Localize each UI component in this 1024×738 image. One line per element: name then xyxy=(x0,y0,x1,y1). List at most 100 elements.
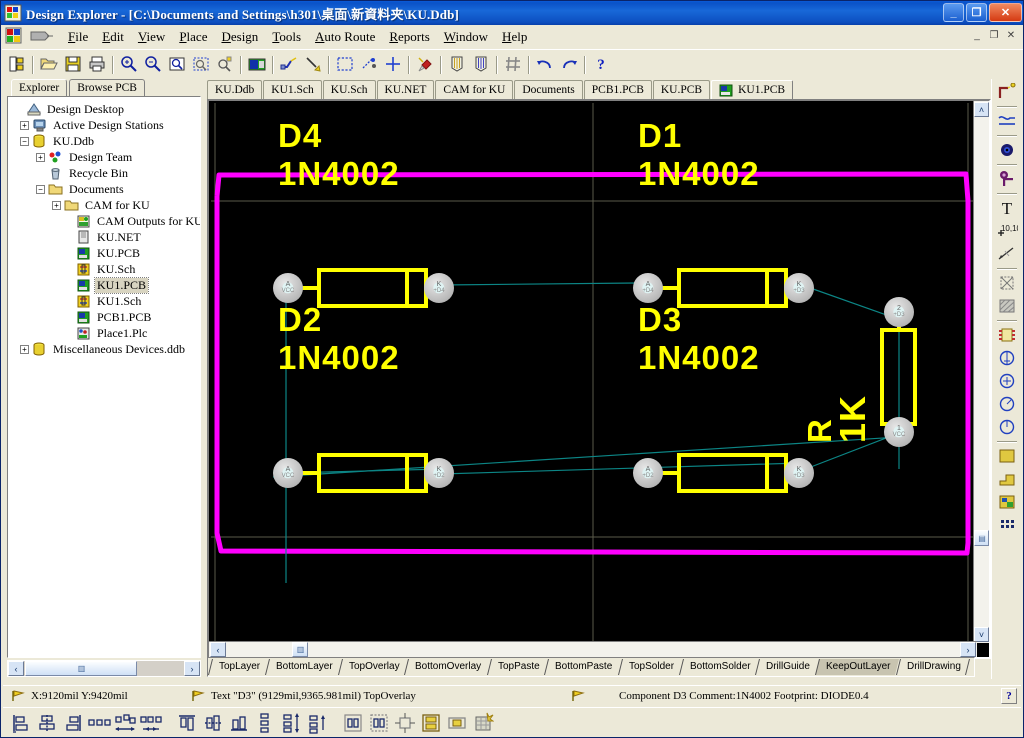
scroll-up-button[interactable]: ˄ xyxy=(974,102,989,117)
place-coordinate-icon[interactable]: 10,10 xyxy=(995,220,1019,242)
doc-tab-ku-net[interactable]: KU.NET xyxy=(377,80,435,99)
tree-item-ku-ddb[interactable]: − KU.Ddb xyxy=(12,133,198,149)
layer-tab-toplayer[interactable]: TopLayer xyxy=(208,659,268,675)
align-horizontal-center-icon[interactable] xyxy=(35,711,59,735)
place-split-plane-icon[interactable] xyxy=(995,468,1019,490)
menu-window[interactable]: Window xyxy=(437,27,495,47)
scroll-thumb[interactable]: ▥ xyxy=(25,661,137,676)
canvas-vertical-scrollbar[interactable]: ˄ ▤ ˅ xyxy=(973,101,989,643)
mdi-restore-button[interactable]: ❐ xyxy=(986,28,1002,43)
place-arc-edge-icon[interactable] xyxy=(995,370,1019,392)
place-line-icon[interactable] xyxy=(995,110,1019,132)
move-icon[interactable] xyxy=(381,52,404,75)
pcb-pad-r-2[interactable]: 2 +D3 xyxy=(884,297,914,327)
expander-plus-icon[interactable]: + xyxy=(52,201,61,210)
zoom-last-icon[interactable] xyxy=(213,52,236,75)
pcb-pad-r-1[interactable]: 1 VCC xyxy=(884,417,914,447)
close-button[interactable]: ✕ xyxy=(989,3,1022,22)
align-bottom-icon[interactable] xyxy=(227,711,251,735)
doc-tab-ku-ddb[interactable]: KU.Ddb xyxy=(207,80,262,99)
doc-tab-cam-for-ku[interactable]: CAM for KU xyxy=(435,80,513,99)
highlight-pen-icon[interactable] xyxy=(413,52,436,75)
tree-item-ku-pcb[interactable]: KU.PCB xyxy=(12,245,198,261)
doc-tab-ku1-sch[interactable]: KU1.Sch xyxy=(263,80,322,99)
status-help-button[interactable]: ? xyxy=(1001,688,1017,704)
place-interactive-routing-icon[interactable] xyxy=(995,81,1019,103)
doc-tab-pcb1-pcb[interactable]: PCB1.PCB xyxy=(584,80,652,99)
doc-tab-documents[interactable]: Documents xyxy=(514,80,582,99)
place-via-icon[interactable] xyxy=(995,168,1019,190)
place-polygon-plane-icon[interactable] xyxy=(995,295,1019,317)
tree-item-cam-outputs-for-ku[interactable]: CAM Outputs for KU xyxy=(12,213,198,229)
layer-tab-bottomlayer[interactable]: BottomLayer xyxy=(265,659,341,675)
netlist-check-icon[interactable] xyxy=(469,52,492,75)
expander-minus-icon[interactable]: − xyxy=(36,185,45,194)
tree-item-design-desktop[interactable]: Design Desktop xyxy=(12,101,198,117)
pcb-pad-d4-a[interactable]: A VCC xyxy=(273,273,303,303)
align-left-icon[interactable] xyxy=(9,711,33,735)
place-string-icon[interactable]: T xyxy=(995,197,1019,219)
menu-help[interactable]: Help xyxy=(495,27,534,47)
place-line-icon[interactable] xyxy=(301,52,324,75)
save-icon[interactable] xyxy=(61,52,84,75)
zoom-selection-icon[interactable] xyxy=(189,52,212,75)
menu-place[interactable]: Place xyxy=(172,27,214,47)
documents-icon[interactable] xyxy=(5,52,28,75)
pcb-pad-d3-k[interactable]: K +D3 xyxy=(784,458,814,488)
doc-tab-ku-sch[interactable]: KU.Sch xyxy=(323,80,376,99)
layer-tab-drillguide[interactable]: DrillGuide xyxy=(755,659,818,675)
layer-tab-bottompaste[interactable]: BottomPaste xyxy=(544,659,620,675)
minimize-button[interactable]: _ xyxy=(943,3,964,22)
scroll-left-button[interactable]: ‹ xyxy=(8,661,24,676)
canvas-horizontal-scrollbar[interactable]: ‹ ▥ › xyxy=(209,641,977,657)
deselect-icon[interactable] xyxy=(357,52,380,75)
menu-tools[interactable]: Tools xyxy=(265,27,308,47)
tree-horizontal-scrollbar[interactable]: ‹ ▥ › xyxy=(7,660,201,677)
scroll-right-button[interactable]: › xyxy=(184,661,200,676)
mdi-close-button[interactable]: ✕ xyxy=(1003,28,1019,43)
design-tree[interactable]: Design Desktop + Active Design Stations … xyxy=(7,96,201,658)
expander-plus-icon[interactable]: + xyxy=(20,345,29,354)
space-equally-vertical-icon[interactable] xyxy=(253,711,277,735)
netlist-icon[interactable] xyxy=(445,52,468,75)
place-arc-center-icon[interactable] xyxy=(995,347,1019,369)
tree-item-miscellaneous-devices-ddb[interactable]: + Miscellaneous Devices.ddb xyxy=(12,341,198,357)
layer-tab-bottomoverlay[interactable]: BottomOverlay xyxy=(404,659,489,675)
tree-item-place1-plc[interactable]: Place1.Plc xyxy=(12,325,198,341)
decrease-horizontal-spacing-icon[interactable] xyxy=(139,711,163,735)
mdi-minimize-button[interactable]: _ xyxy=(969,28,985,43)
place-full-circle-icon[interactable] xyxy=(995,416,1019,438)
tree-item-cam-for-ku[interactable]: + CAM for KU xyxy=(12,197,198,213)
tree-item-documents[interactable]: − Documents xyxy=(12,181,198,197)
document-arrow-icon[interactable] xyxy=(29,28,55,45)
place-component-icon[interactable] xyxy=(995,324,1019,346)
pcb-pad-d4-k[interactable]: K +D4 xyxy=(424,273,454,303)
maximize-button[interactable]: ❐ xyxy=(966,3,987,22)
place-keepout-icon[interactable] xyxy=(995,272,1019,294)
menu-view[interactable]: View xyxy=(131,27,172,47)
print-icon[interactable] xyxy=(85,52,108,75)
browse-components-icon[interactable] xyxy=(245,52,268,75)
place-dimension-icon[interactable] xyxy=(995,243,1019,265)
space-equally-horizontal-icon[interactable] xyxy=(87,711,111,735)
place-room-icon[interactable] xyxy=(995,491,1019,513)
pcb-pad-d2-k[interactable]: K +D2 xyxy=(424,458,454,488)
layer-tab-topoverlay[interactable]: TopOverlay xyxy=(338,659,408,675)
place-arc-any-angle-icon[interactable] xyxy=(995,393,1019,415)
arrange-within-room-icon[interactable] xyxy=(341,711,365,735)
decrease-vertical-spacing-icon[interactable] xyxy=(305,711,329,735)
arrange-within-rectangle-icon[interactable] xyxy=(367,711,391,735)
tab-explorer[interactable]: Explorer xyxy=(11,79,67,96)
layer-tab-toppaste[interactable]: TopPaste xyxy=(487,659,548,675)
zoom-out-icon[interactable] xyxy=(141,52,164,75)
scroll-down-button[interactable]: ˅ xyxy=(974,627,989,642)
zoom-area-icon[interactable] xyxy=(165,52,188,75)
layer-tab-drilldrawing[interactable]: DrillDrawing xyxy=(896,659,969,675)
position-component-text-icon[interactable] xyxy=(419,711,443,735)
menu-auto-route[interactable]: Auto Route xyxy=(308,27,382,47)
menu-edit[interactable]: Edit xyxy=(95,27,131,47)
undo-icon[interactable] xyxy=(533,52,556,75)
align-vertical-center-icon[interactable] xyxy=(201,711,225,735)
place-component-icon[interactable] xyxy=(471,711,495,735)
layer-tab-keepoutlayer[interactable]: KeepOutLayer xyxy=(815,659,898,675)
